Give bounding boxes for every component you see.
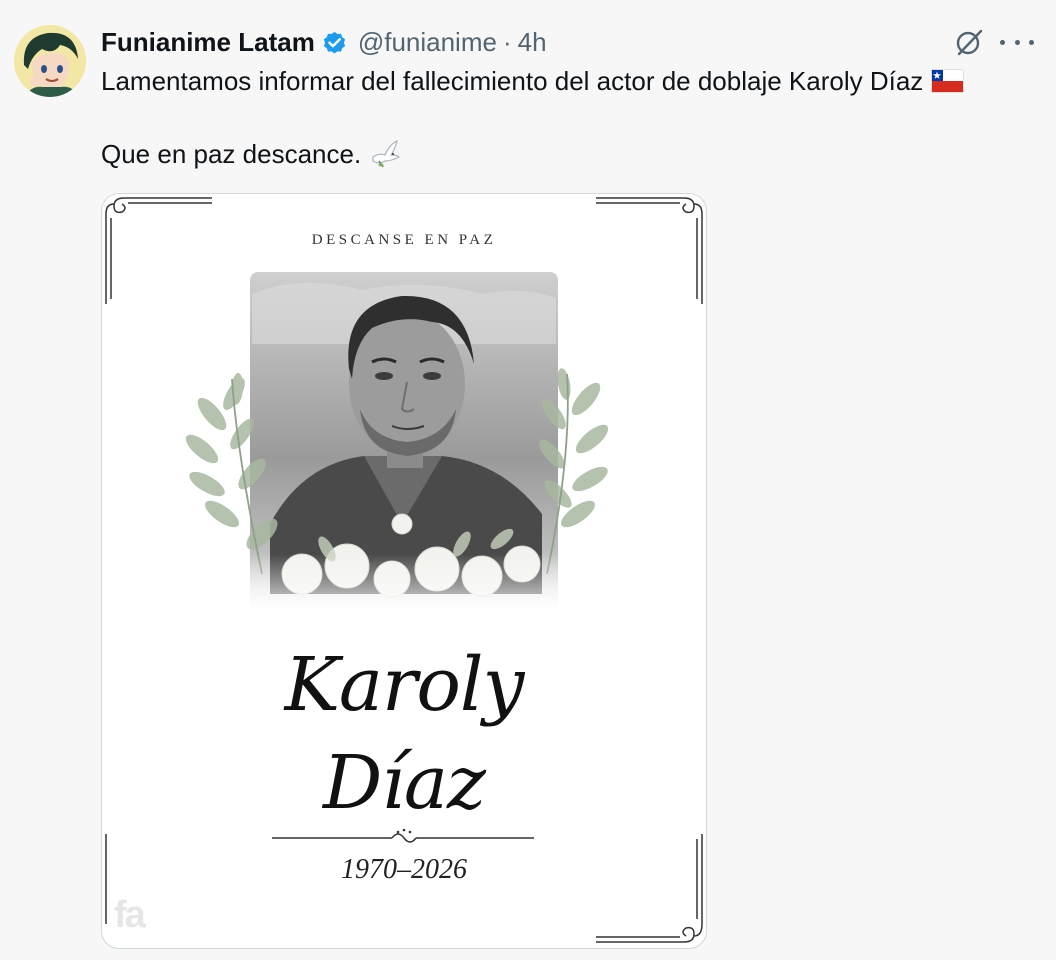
more-button[interactable] bbox=[1000, 26, 1034, 58]
avatar-image bbox=[14, 25, 86, 97]
dove-icon bbox=[369, 139, 401, 169]
watermark-logo: fa bbox=[114, 894, 146, 936]
memorial-header: DESCANSE EN PAZ bbox=[311, 232, 497, 248]
chile-flag-icon bbox=[931, 69, 965, 93]
memorial-last-name: Díaz bbox=[322, 740, 486, 826]
tweet-header: Funianime Latam @funianime · 4h bbox=[101, 26, 547, 58]
tweet-text: Que en paz descance. bbox=[101, 138, 362, 169]
more-icon-dot bbox=[1029, 39, 1034, 45]
memorial-card-graphic bbox=[105, 197, 703, 943]
display-name[interactable]: Funianime Latam bbox=[101, 27, 315, 58]
tweet: Funianime Latam @funianime · 4h Lamentam… bbox=[0, 0, 1056, 960]
timestamp[interactable]: 4h bbox=[518, 27, 547, 58]
tweet-media-image[interactable]: DESCANSE EN PAZ Karoly Díaz 1970–2026 fa bbox=[101, 193, 707, 949]
more-icon-dot bbox=[1000, 39, 1005, 45]
tweet-text-line-2: Que en paz descance. bbox=[101, 137, 401, 171]
more-icon-dot bbox=[1014, 39, 1020, 45]
separator-dot: · bbox=[502, 26, 512, 57]
user-handle[interactable]: @funianime bbox=[358, 27, 497, 58]
grok-button[interactable] bbox=[953, 26, 985, 58]
verified-badge-icon bbox=[321, 29, 348, 56]
memorial-first-name: Karoly bbox=[284, 642, 525, 728]
memorial-years: 1970–2026 bbox=[341, 854, 467, 885]
avatar[interactable] bbox=[14, 25, 86, 97]
grok-icon bbox=[956, 29, 983, 56]
tweet-text-line-1: Lamentamos informar del fallecimiento de… bbox=[101, 64, 965, 98]
tweet-text: Lamentamos informar del fallecimiento de… bbox=[101, 65, 924, 96]
